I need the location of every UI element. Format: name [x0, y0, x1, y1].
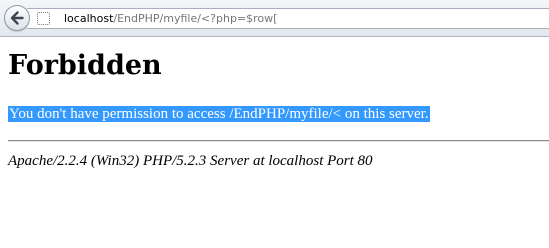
error-message: You don't have permission to access /End…	[8, 105, 430, 123]
server-signature: Apache/2.2.4 (Win32) PHP/5.2.3 Server at…	[8, 153, 373, 169]
back-button[interactable]	[4, 5, 30, 31]
address-bar[interactable]: localhost/EndPHP/myfile/<?php=$row[	[27, 8, 549, 29]
url-text[interactable]: localhost/EndPHP/myfile/<?php=$row[	[64, 12, 277, 26]
dotted-square-icon[interactable]	[37, 12, 50, 25]
browser-toolbar: localhost/EndPHP/myfile/<?php=$row[	[0, 0, 549, 37]
page-title: Forbidden	[8, 50, 162, 81]
url-host: localhost	[64, 12, 114, 25]
selected-message-text: You don't have permission to access /End…	[8, 106, 430, 122]
divider	[8, 140, 549, 142]
url-path: /EndPHP/myfile/<?php=$row[	[113, 12, 278, 25]
back-arrow-icon	[10, 11, 24, 25]
